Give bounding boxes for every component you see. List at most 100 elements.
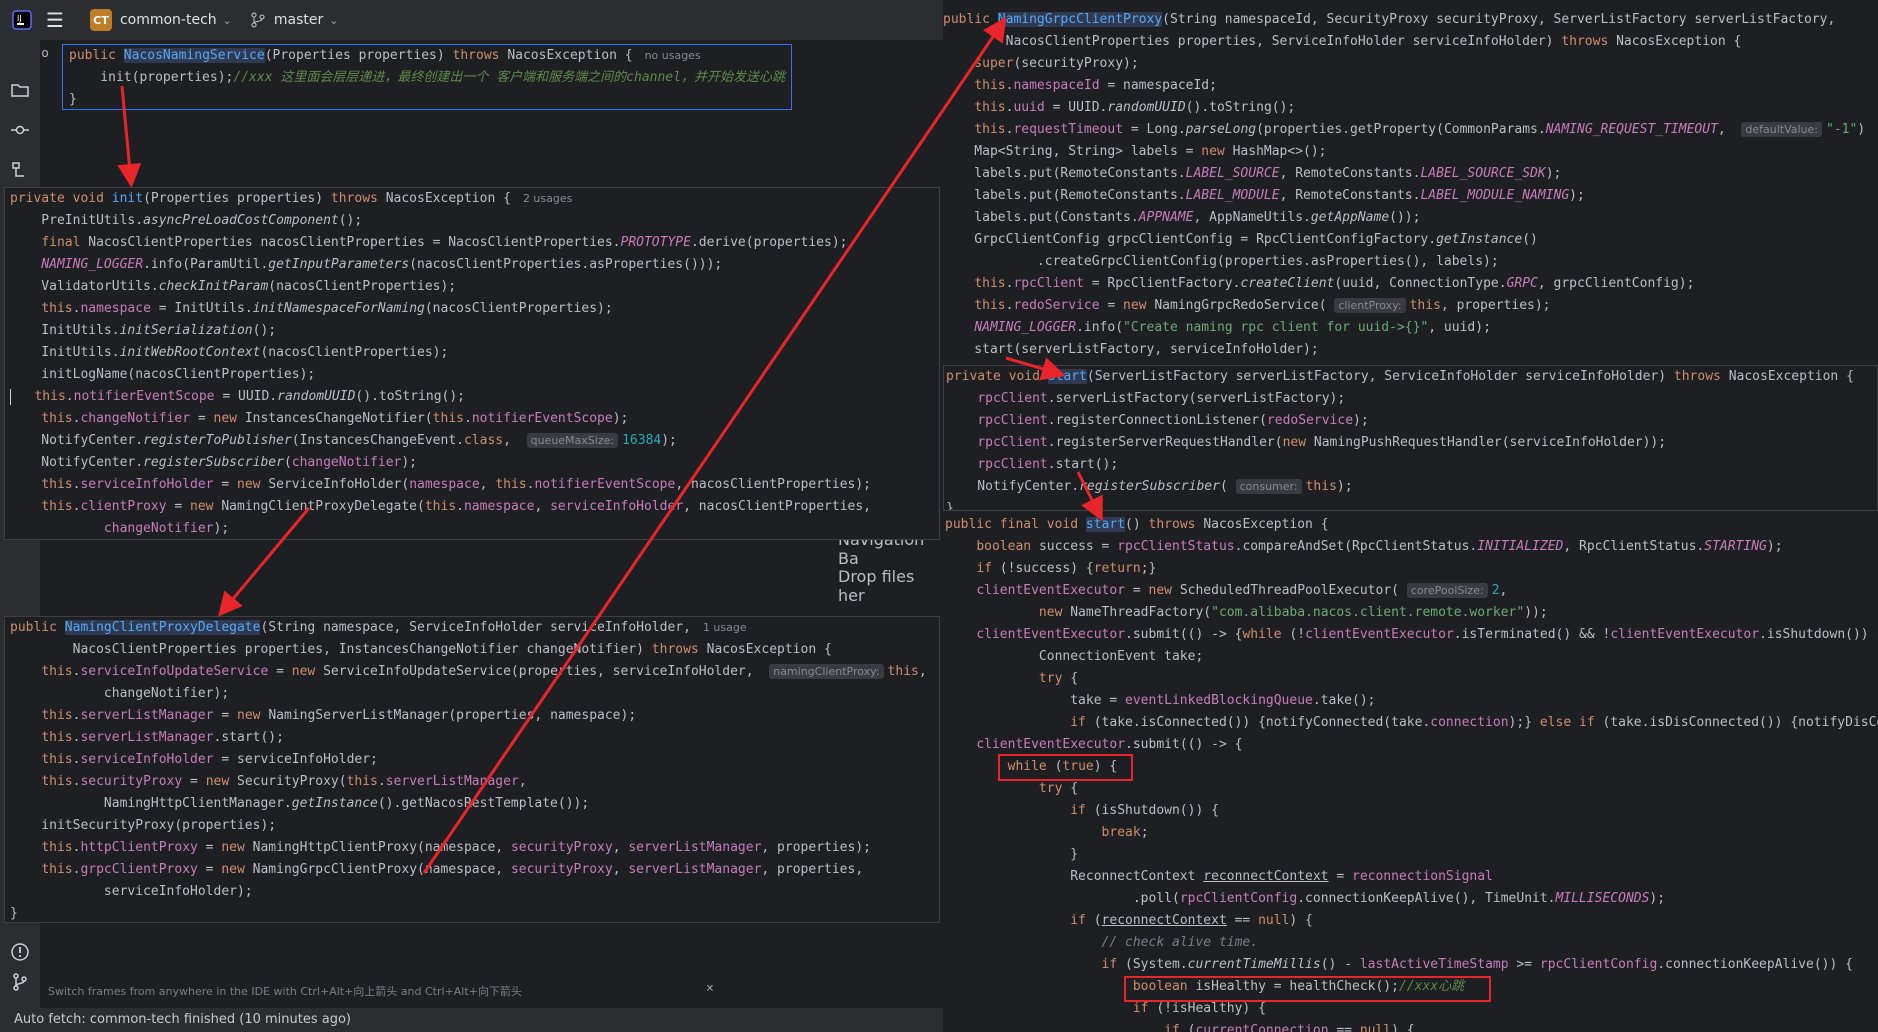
code-line[interactable]: private void init(Properties properties)… (10, 188, 939, 210)
code-line[interactable]: NAMING_LOGGER.info("Create naming rpc cl… (943, 317, 1878, 339)
code-line[interactable]: labels.put(Constants.APPNAME, AppNameUti… (943, 207, 1878, 229)
code-token: getAppName (1310, 210, 1390, 225)
code-line[interactable]: if (currentConnection == null) { (945, 1020, 1878, 1032)
code-line[interactable]: this.serviceInfoHolder = serviceInfoHold… (10, 749, 939, 771)
code-line[interactable]: .poll(rpcClientConfig.connectionKeepAliv… (945, 888, 1878, 910)
code-line[interactable]: this. changeNotifier = new InstancesChang… (10, 408, 939, 430)
code-line[interactable]: ConnectionEvent take; (945, 646, 1878, 668)
code-line[interactable]: InitUtils.initSerialization(); (10, 320, 939, 342)
code-line[interactable]: ValidatorUtils.checkInitParam(nacosClien… (10, 276, 939, 298)
code-line[interactable]: ReconnectContext reconnectContext = reco… (945, 866, 1878, 888)
main-menu-icon[interactable]: ☰ (46, 8, 64, 32)
code-line[interactable]: NacosClientProperties properties, Instan… (10, 639, 939, 661)
code-line[interactable]: rpcClient.start(); (946, 454, 1877, 476)
code-line[interactable]: clientEventExecutor.submit(() -> { (945, 734, 1878, 756)
code-line[interactable]: serviceInfoHolder); (10, 881, 939, 903)
code-line[interactable]: this.serverListManager = new NamingServe… (10, 705, 939, 727)
code-line[interactable]: labels.put(RemoteConstants.LABEL_MODULE,… (943, 185, 1878, 207)
code-line[interactable]: break; (945, 822, 1878, 844)
intellij-logo-icon[interactable]: IJ (12, 10, 32, 30)
structure-icon[interactable] (10, 160, 30, 180)
code-line[interactable]: this.namespaceId = namespaceId; (943, 75, 1878, 97)
code-line[interactable]: public NamingGrpcClientProxy(String name… (943, 9, 1878, 31)
code-line[interactable]: InitUtils.initWebRootContext(nacosClient… (10, 342, 939, 364)
commit-icon[interactable] (10, 120, 30, 140)
code-line[interactable]: if (reconnectContext == null) { (945, 910, 1878, 932)
code-line[interactable]: initLogName(nacosClientProperties); (10, 364, 939, 386)
code-token: NamingHttpClientManager. (10, 796, 292, 811)
code-line[interactable]: PreInitUtils.asyncPreLoadCostComponent()… (10, 210, 939, 232)
code-line[interactable]: } (945, 844, 1878, 866)
code-line[interactable]: GrpcClientConfig grpcClientConfig = RpcC… (943, 229, 1878, 251)
code-line[interactable]: labels.put(RemoteConstants.LABEL_SOURCE,… (943, 163, 1878, 185)
code-line[interactable]: .createGrpcClientConfig(properties.asPro… (943, 251, 1878, 273)
code-line[interactable]: this.grpcClientProxy = new NamingGrpcCli… (10, 859, 939, 881)
code-line[interactable]: public NamingClientProxyDelegate(String … (10, 617, 939, 639)
code-line[interactable]: this.notifierEventScope = UUID.randomUUI… (10, 386, 939, 408)
git-icon[interactable] (10, 972, 30, 992)
code-line[interactable]: this.httpClientProxy = new NamingHttpCli… (10, 837, 939, 859)
code-line[interactable]: NamingHttpClientManager.getInstance().ge… (10, 793, 939, 815)
code-token: ) (1857, 122, 1866, 137)
code-line[interactable]: this.serviceInfoUpdateService = new Serv… (10, 661, 939, 683)
code-line[interactable]: initSecurityProxy(properties); (10, 815, 939, 837)
code-line[interactable]: take = eventLinkedBlockingQueue.take(); (945, 690, 1878, 712)
code-token: new (1148, 583, 1180, 598)
code-line[interactable]: final NacosClientProperties nacosClientP… (10, 232, 939, 254)
code-line[interactable]: this. clientProxy = new NamingClientProxy… (10, 496, 939, 518)
code-line[interactable]: this.serverListManager.start(); (10, 727, 939, 749)
code-line[interactable]: rpcClient.registerConnectionListener(red… (946, 410, 1877, 432)
code-line[interactable]: this.rpcClient = RpcClientFactory.create… (943, 273, 1878, 295)
code-token: NamingServerListManager(properties, name… (268, 708, 637, 723)
code-line[interactable]: init(properties);//xxx 这里面会层层递进，最终创建出一个 … (69, 67, 791, 89)
project-selector[interactable]: CT common-tech ⌄ (89, 9, 232, 31)
code-line[interactable]: changeNotifier); (10, 683, 939, 705)
code-line[interactable]: NotifyCenter.registerSubscriber( consume… (946, 476, 1877, 498)
code-line[interactable]: clientEventExecutor = new ScheduledThrea… (945, 580, 1878, 602)
code-line[interactable]: public final void start() throws NacosEx… (945, 514, 1878, 536)
code-line[interactable]: changeNotifier); (10, 518, 939, 539)
code-line[interactable]: this.redoService = new NamingGrpcRedoSer… (943, 295, 1878, 317)
branch-selector[interactable]: master ⌄ (250, 12, 339, 28)
code-line[interactable]: this.requestTimeout = Long.parseLong(pro… (943, 119, 1878, 141)
code-token: notifierEventScope (534, 477, 676, 492)
code-line[interactable]: } (10, 903, 939, 922)
title-bar: IJ ☰ CT common-tech ⌄ master ⌄ (0, 0, 943, 40)
code-line[interactable]: rpcClient.registerServerRequestHandler(n… (946, 432, 1877, 454)
folder-icon[interactable] (10, 80, 30, 100)
code-line[interactable]: public NacosNamingService(Properties pro… (69, 45, 791, 67)
code-line[interactable]: try { (945, 778, 1878, 800)
close-icon[interactable]: × (706, 981, 714, 996)
code-line[interactable]: super(securityProxy); (943, 53, 1878, 75)
code-token: LABEL_SOURCE (1185, 166, 1280, 181)
code-line[interactable]: start(serverListFactory, serviceInfoHold… (943, 339, 1878, 361)
code-token: this (41, 499, 73, 514)
problems-icon[interactable] (10, 942, 30, 962)
code-line[interactable]: Map<String, String> labels = new HashMap… (943, 141, 1878, 163)
code-line[interactable]: NotifyCenter.registerToPublisher(Instanc… (10, 430, 939, 452)
code-line[interactable]: private void start(ServerListFactory ser… (946, 366, 1877, 388)
code-line[interactable]: } (69, 89, 791, 109)
code-line[interactable]: new NameThreadFactory("com.alibaba.nacos… (945, 602, 1878, 624)
code-line[interactable]: NotifyCenter.registerSubscriber(changeNo… (10, 452, 939, 474)
code-line[interactable]: this.namespace = InitUtils.initNamespace… (10, 298, 939, 320)
code-line[interactable]: this.uuid = UUID.randomUUID().toString()… (943, 97, 1878, 119)
code-line[interactable]: NAMING_LOGGER.info(ParamUtil.getInputPar… (10, 254, 939, 276)
code-line[interactable]: clientEventExecutor.submit(() -> {while … (945, 624, 1878, 646)
code-line[interactable]: // check alive time. (945, 932, 1878, 954)
status-text: Auto fetch: common-tech finished (10 min… (14, 1012, 351, 1027)
code-line[interactable]: } (946, 498, 1877, 510)
code-line[interactable]: if (take.isConnected()) {notifyConnected… (945, 712, 1878, 734)
code-line[interactable]: NacosClientProperties properties, Servic… (943, 31, 1878, 53)
code-line[interactable]: if (System.currentTimeMillis() - lastAct… (945, 954, 1878, 976)
code-line[interactable]: this.serviceInfoHolder = new ServiceInfo… (10, 474, 939, 496)
code-line[interactable]: boolean success = rpcClientStatus.compar… (945, 536, 1878, 558)
code-line[interactable]: try { (945, 668, 1878, 690)
code-line[interactable]: if (!success) {return;} (945, 558, 1878, 580)
code-line[interactable]: rpcClient.serverListFactory(serverListFa… (946, 388, 1877, 410)
code-line[interactable]: if (isShutdown()) { (945, 800, 1878, 822)
code-line[interactable]: this.securityProxy = new SecurityProxy(t… (10, 771, 939, 793)
chevron-down-icon: ⌄ (329, 13, 339, 27)
code-token: ReconnectContext (945, 869, 1204, 884)
